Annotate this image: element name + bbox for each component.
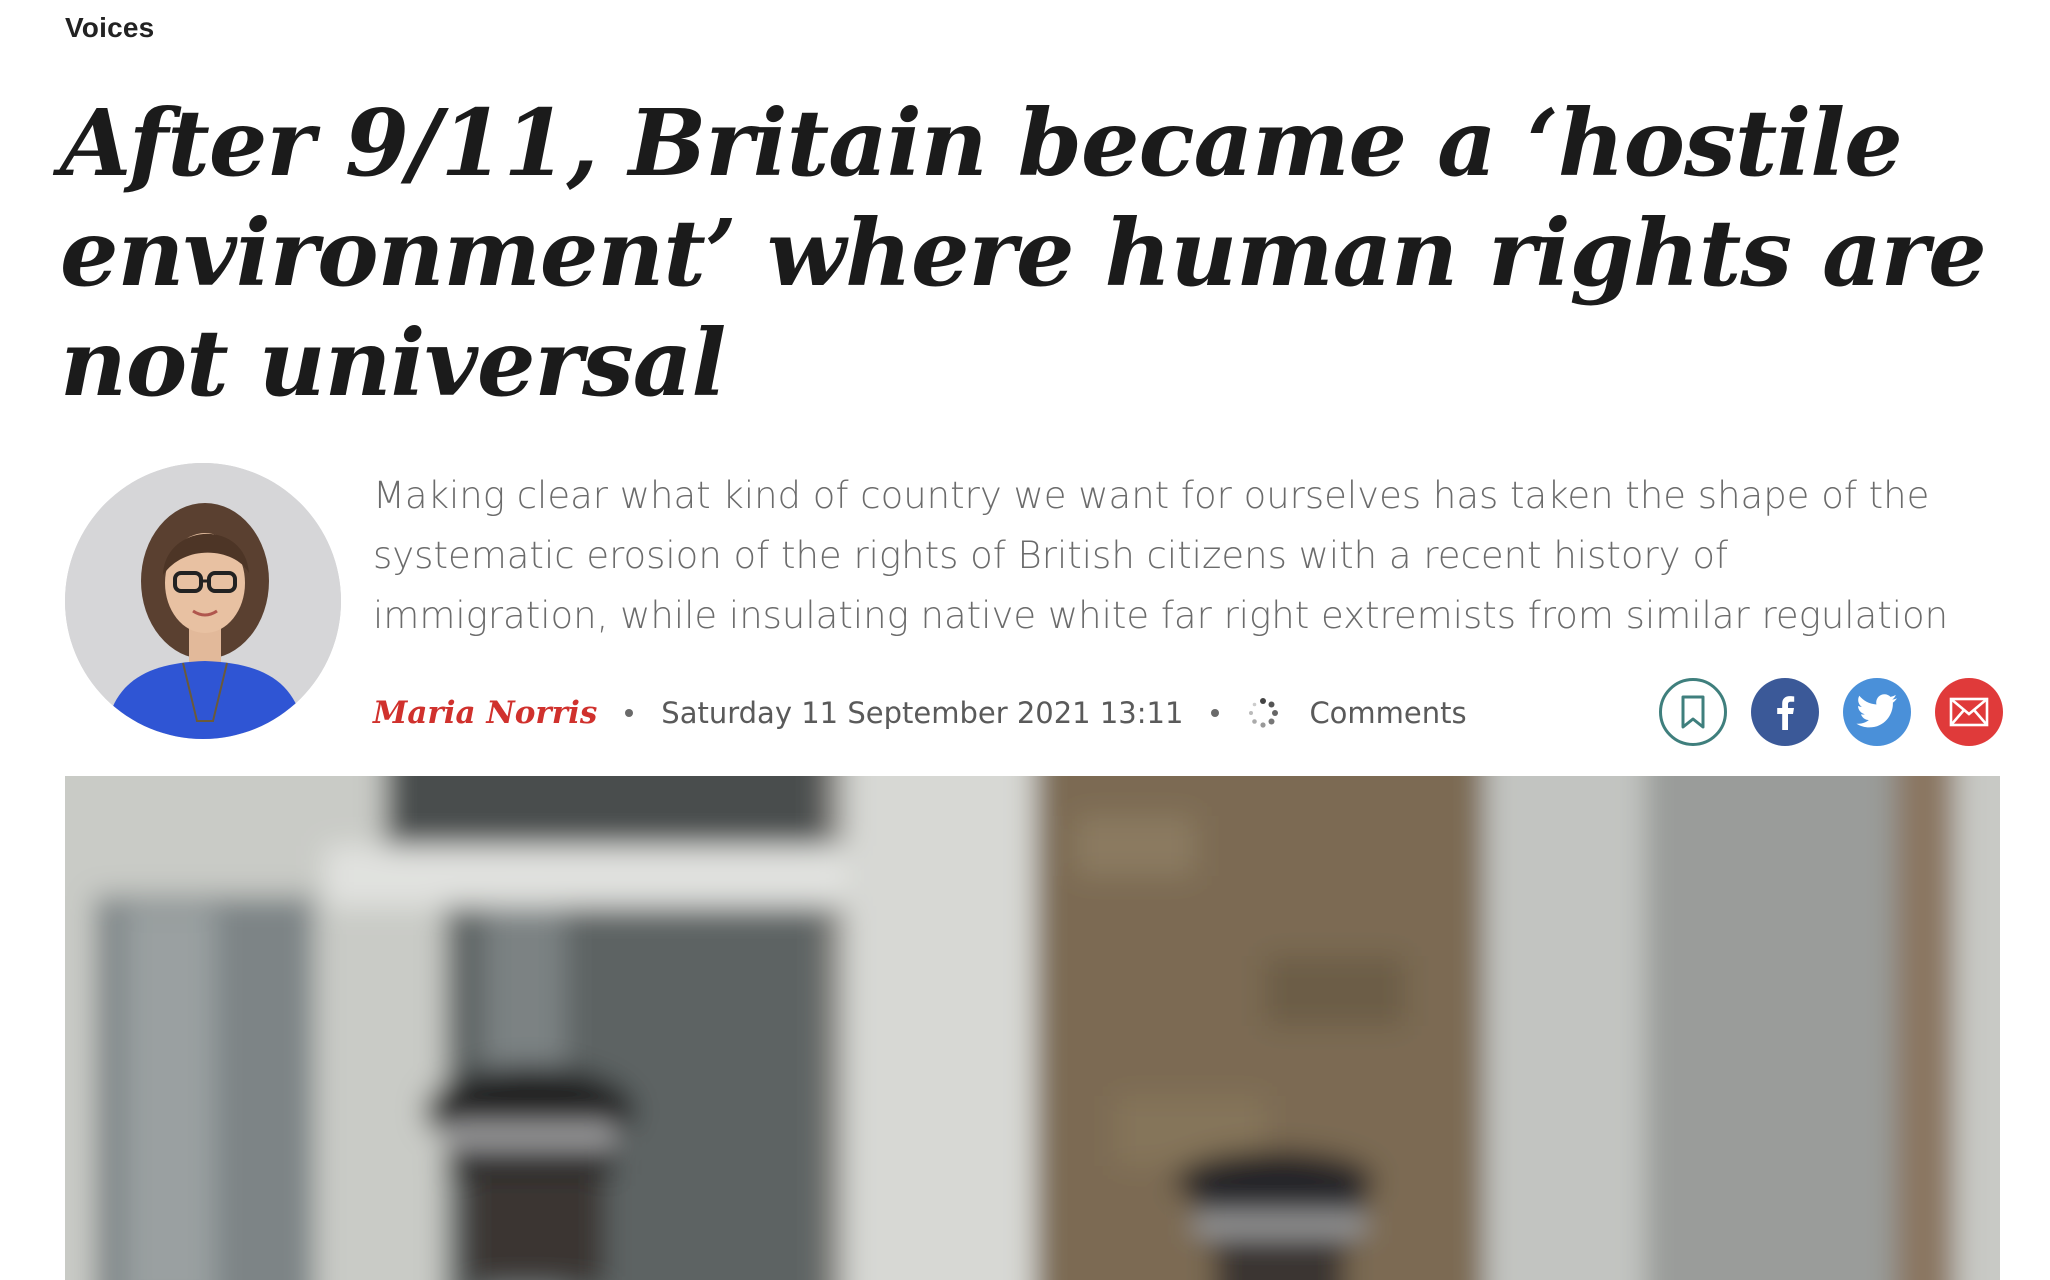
section-label[interactable]: Voices	[65, 12, 154, 44]
email-share-button[interactable]	[1935, 678, 2003, 746]
envelope-icon	[1949, 697, 1989, 727]
comments-link[interactable]: Comments	[1309, 696, 1466, 730]
facebook-share-button[interactable]	[1751, 678, 1819, 746]
bookmark-icon	[1681, 695, 1705, 729]
author-photo	[65, 463, 341, 739]
article-standfirst: Making clear what kind of country we wan…	[373, 474, 1949, 637]
hero-photo	[65, 776, 2000, 1280]
publish-date: Saturday 11 September 2021 13:11	[661, 696, 1184, 730]
author-link[interactable]: Maria Norris	[373, 695, 597, 731]
separator-dot	[625, 709, 634, 717]
twitter-share-button[interactable]	[1843, 678, 1911, 746]
article-headline: After 9/11, Britain became a ‘hostile en…	[60, 89, 1987, 417]
byline: Maria Norris Saturday 11 September 2021 …	[373, 688, 1467, 738]
facebook-icon	[1777, 696, 1795, 730]
bookmark-button[interactable]	[1659, 678, 1727, 746]
hero-image[interactable]	[65, 776, 2000, 1280]
separator-dot	[1211, 709, 1220, 717]
loading-spinner-icon	[1247, 697, 1279, 729]
author-avatar[interactable]	[65, 463, 341, 739]
twitter-icon	[1856, 694, 1897, 728]
